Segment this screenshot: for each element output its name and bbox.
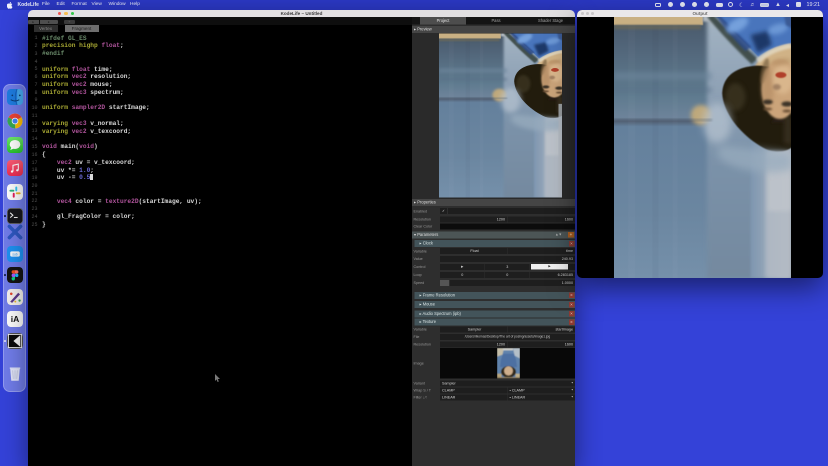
svg-text:sub: sub — [12, 252, 17, 256]
svg-text:iA: iA — [10, 314, 19, 324]
